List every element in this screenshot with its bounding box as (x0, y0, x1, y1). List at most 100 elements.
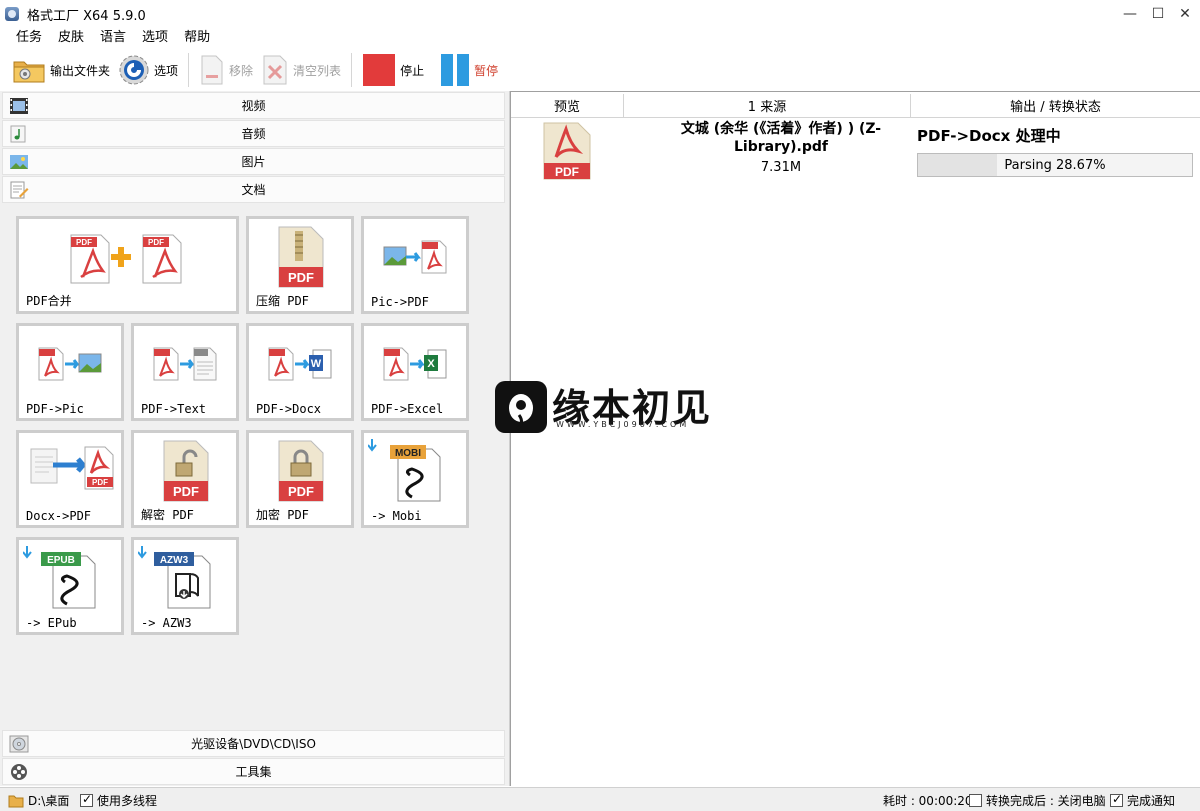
tile-pdf-compress[interactable]: PDF 压缩 PDF (246, 216, 354, 314)
pdf-to-excel-icon: X (383, 347, 447, 381)
svg-text:PDF: PDF (92, 478, 108, 487)
tile-label: PDF合并 (26, 294, 72, 308)
pdf-to-text-icon (153, 347, 217, 381)
menu-skin[interactable]: 皮肤 (50, 28, 92, 48)
multithread-checkbox[interactable]: 使用多线程 (80, 792, 157, 809)
maximize-button[interactable]: ☐ (1143, 0, 1173, 28)
stop-label: 停止 (400, 63, 425, 78)
toolbar: 输出文件夹 选项 移除 清空列表 停止 暂停 (0, 49, 1200, 91)
tile-label: PDF->Text (141, 402, 207, 416)
watermark-logo-icon (509, 394, 533, 431)
after-complete-check-icon (969, 794, 982, 807)
notify-checkbox[interactable]: 完成通知 (1110, 792, 1175, 809)
pdf-to-pic-icon (38, 347, 102, 381)
category-image-label: 图片 (241, 155, 266, 169)
watermark-logo (495, 381, 547, 433)
clear-list-button[interactable]: 清空列表 (257, 51, 345, 89)
category-optical-label: 光驱设备\DVD\CD\ISO (191, 737, 316, 751)
column-header-preview[interactable]: 预览 (511, 94, 624, 118)
menu-task[interactable]: 任务 (8, 28, 50, 48)
gear-icon (119, 55, 149, 85)
window-title: 格式工厂 X64 5.9.0 (27, 8, 146, 24)
source-file-name: 文城 (余华 (《活着》作者) ) (Z-Library).pdf (680, 121, 882, 155)
column-header-source[interactable]: 1 来源 (624, 94, 911, 118)
azw3-icon: AZW3 (138, 546, 211, 609)
conversion-status: PDF->Docx 处理中 (917, 127, 1061, 145)
category-audio[interactable]: 音频 (2, 120, 505, 147)
menu-options[interactable]: 选项 (134, 28, 176, 48)
watermark-url: WWW.YBCJ0907.COM (556, 420, 690, 429)
pause-button[interactable]: 暂停 (436, 51, 502, 89)
category-document-label: 文档 (241, 183, 266, 197)
tile-docx-to-pdf[interactable]: PDF Docx->PDF (16, 430, 124, 528)
menu-help[interactable]: 帮助 (176, 28, 218, 48)
tile-label: 解密 PDF (141, 508, 194, 522)
pdf-encrypt-icon: PDF (278, 440, 324, 502)
category-audio-label: 音频 (241, 127, 266, 141)
folder-icon (8, 795, 24, 807)
svg-text:PDF: PDF (173, 484, 199, 499)
folder-icon (13, 61, 45, 83)
pdf-merge-icon: PDF PDF (70, 234, 182, 284)
after-complete-checkbox[interactable]: 转换完成后 : 关闭电脑 (969, 792, 1106, 809)
epub-icon: EPUB (23, 546, 96, 609)
column-header-status[interactable]: 输出 / 转换状态 (911, 94, 1200, 118)
pic-to-pdf-icon (383, 240, 447, 274)
output-path-text: D:\桌面 (28, 794, 70, 808)
menu-language[interactable]: 语言 (92, 28, 134, 48)
pdf-file-icon: PDF (543, 122, 591, 180)
tile-label: 加密 PDF (256, 508, 309, 522)
svg-text:MOBI: MOBI (395, 448, 421, 459)
minimize-button[interactable]: — (1115, 0, 1145, 28)
svg-text:PDF: PDF (288, 270, 314, 285)
category-panel: 视频 音频 图片 文档 PDF PDF PDF合并 PDF 压缩 PDF Pic… (0, 91, 510, 786)
category-image[interactable]: 图片 (2, 148, 505, 175)
after-complete-label: 转换完成后 : 关闭电脑 (986, 794, 1106, 808)
multithread-check-icon (80, 792, 93, 807)
tile-pdf-encrypt[interactable]: PDF 加密 PDF (246, 430, 354, 528)
progress-text: Parsing 28.67% (1004, 158, 1106, 173)
tile-pdf-to-excel[interactable]: X PDF->Excel (361, 323, 469, 421)
tile-epub[interactable]: EPUB -> EPub (16, 537, 124, 635)
tile-pdf-to-docx[interactable]: W PDF->Docx (246, 323, 354, 421)
category-tools[interactable]: 工具集 (2, 758, 505, 785)
tile-label: 压缩 PDF (256, 294, 309, 308)
category-video[interactable]: 视频 (2, 92, 505, 119)
category-document[interactable]: 文档 (2, 176, 505, 203)
clear-list-icon (263, 55, 287, 85)
pause-icon (441, 54, 470, 86)
tile-pdf-to-pic[interactable]: PDF->Pic (16, 323, 124, 421)
pause-label: 暂停 (474, 63, 499, 78)
svg-text:PDF: PDF (76, 238, 92, 247)
stop-button[interactable]: 停止 (358, 51, 428, 89)
tile-label: Docx->PDF (26, 509, 92, 523)
document-tool-grid: PDF PDF PDF合并 PDF 压缩 PDF Pic->PDF PDF->P… (16, 216, 486, 636)
options-button[interactable]: 选项 (114, 51, 182, 89)
source-file-size: 7.31M (760, 160, 802, 175)
tile-pdf-merge[interactable]: PDF PDF PDF合并 (16, 216, 239, 314)
close-button[interactable]: ✕ (1170, 0, 1200, 28)
svg-text:PDF: PDF (148, 238, 164, 247)
tile-pdf-decrypt[interactable]: PDF 解密 PDF (131, 430, 239, 528)
svg-text:EPUB: EPUB (47, 555, 75, 566)
menu-bar: 任务 皮肤 语言 选项 帮助 (0, 28, 218, 48)
remove-button[interactable]: 移除 (195, 51, 257, 89)
category-video-label: 视频 (241, 99, 266, 113)
notify-check-icon (1110, 792, 1123, 807)
app-icon (5, 7, 19, 21)
tile-pic-to-pdf[interactable]: Pic->PDF (361, 216, 469, 314)
tile-mobi[interactable]: MOBI -> Mobi (361, 430, 469, 528)
category-optical[interactable]: 光驱设备\DVD\CD\ISO (2, 730, 505, 757)
pdf-decrypt-icon: PDF (163, 440, 209, 502)
tile-azw3[interactable]: AZW3 -> AZW3 (131, 537, 239, 635)
thumb-label: PDF (555, 165, 579, 179)
notify-label: 完成通知 (1127, 794, 1176, 808)
tile-label: -> Mobi (371, 509, 422, 523)
toolbar-separator (351, 53, 353, 87)
output-folder-button[interactable]: 输出文件夹 (8, 51, 114, 89)
svg-text:PDF: PDF (288, 484, 314, 499)
output-path[interactable]: D:\桌面 (8, 792, 69, 809)
svg-text:AZW3: AZW3 (160, 555, 189, 566)
title-bar: 格式工厂 X64 5.9.0 — ☐ ✕ (0, 0, 1200, 28)
tile-pdf-to-text[interactable]: PDF->Text (131, 323, 239, 421)
